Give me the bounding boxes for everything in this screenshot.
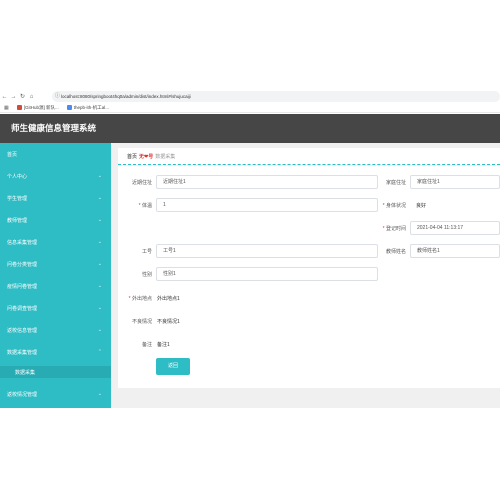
- sidebar-item-info-collection[interactable]: 信息采集管理 ⌄: [0, 236, 111, 248]
- chevron-down-icon: ⌄: [97, 239, 102, 245]
- register-time-label: * 登记时间: [382, 226, 406, 232]
- remarks-value: 备注1: [157, 342, 170, 348]
- temperature-label: * 体温: [138, 203, 152, 209]
- viewport: ← → ↻ ⌂ ⓘ localhost:8080/springboot4hq0a…: [0, 0, 500, 500]
- sidebar-item-home[interactable]: 首页: [0, 148, 111, 160]
- chevron-down-icon: ⌄: [97, 217, 102, 223]
- body-status-label: * 身体状况: [382, 203, 406, 209]
- chevron-down-icon: ⌄: [97, 261, 102, 267]
- apps-icon[interactable]: ▦: [4, 105, 9, 111]
- sidebar-item-epidemic-survey[interactable]: 疫情问卷管理 ⌄: [0, 280, 111, 292]
- address-bar[interactable]: ⓘ localhost:8080/springboot4hq0a/admin/d…: [52, 91, 500, 102]
- home-address-label: 家庭住址: [385, 180, 406, 186]
- chevron-down-icon: ⌄: [97, 305, 102, 311]
- chevron-up-icon: ⌃: [97, 349, 102, 355]
- recent-address-label: 近期住址: [131, 180, 152, 186]
- home-icon[interactable]: ⌂: [27, 94, 36, 100]
- gender-label: 性别: [141, 272, 152, 278]
- breadcrumb-current: 数据采集: [155, 153, 176, 160]
- staff-id-label: 工号: [141, 249, 152, 255]
- sidebar-item-return-status[interactable]: 返校情况管理 ⌄: [0, 388, 111, 400]
- breadcrumb: 首页 无❤号 数据采集: [118, 148, 500, 165]
- gender-field[interactable]: 性别1: [156, 267, 378, 281]
- breadcrumb-separator: 无❤号: [139, 153, 154, 160]
- breadcrumb-home[interactable]: 首页: [127, 153, 137, 160]
- bookmark-item[interactable]: thepb-ith-机工al...: [66, 105, 109, 111]
- register-time-field[interactable]: 2021-04-04 11:13:17: [410, 221, 500, 235]
- remarks-label: 备注: [141, 342, 152, 348]
- chevron-down-icon: ⌄: [97, 173, 102, 179]
- reload-icon[interactable]: ↻: [18, 93, 27, 100]
- chevron-down-icon: ⌄: [97, 195, 102, 201]
- sidebar-item-students[interactable]: 学生管理 ⌄: [0, 192, 111, 204]
- sidebar-item-return-info[interactable]: 返校信息管理 ⌄: [0, 324, 111, 336]
- chevron-down-icon: ⌄: [97, 391, 102, 397]
- chevron-down-icon: ⌄: [97, 283, 102, 289]
- app-header: 师生健康信息管理系统: [0, 114, 500, 143]
- staff-id-field[interactable]: 工号1: [156, 244, 378, 258]
- back-button[interactable]: 返回: [156, 358, 190, 375]
- symptoms-label: 不良情况: [131, 319, 152, 325]
- bookmarks-bar: ▦ [GitHub源] 新队... thepb-ith-机工al...: [0, 103, 500, 113]
- sidebar-item-data-collection[interactable]: 数据采集: [0, 366, 111, 378]
- teacher-name-field[interactable]: 教师姓名1: [410, 244, 500, 258]
- chevron-down-icon: ⌄: [97, 327, 102, 333]
- forward-arrow-icon[interactable]: →: [9, 94, 18, 100]
- sidebar-item-questionnaire[interactable]: 问卷调查管理 ⌄: [0, 302, 111, 314]
- sidebar-item-personal-center[interactable]: 个人中心 ⌄: [0, 170, 111, 182]
- url-text: localhost:8080/springboot4hq0a/admin/dis…: [61, 94, 191, 99]
- info-icon: ⓘ: [55, 93, 61, 99]
- bookmark-item[interactable]: [GitHub源] 新队...: [16, 105, 59, 111]
- outing-value: 外出地点1: [157, 296, 180, 302]
- sidebar-item-teachers[interactable]: 教师管理 ⌄: [0, 214, 111, 226]
- sidebar-item-survey-category[interactable]: 问卷分类管理 ⌄: [0, 258, 111, 270]
- temperature-field[interactable]: 1: [156, 198, 378, 212]
- symptoms-value: 不良情况1: [157, 319, 180, 325]
- outing-label: * 外出地点: [128, 296, 152, 302]
- body-status-value: 良好: [416, 203, 427, 209]
- back-arrow-icon[interactable]: ←: [0, 94, 9, 100]
- sidebar-item-data-collection-mgmt[interactable]: 数据采集管理 ⌃: [0, 346, 111, 358]
- teacher-name-label: 教师姓名: [385, 249, 406, 255]
- recent-address-field[interactable]: 近期住址1: [156, 175, 378, 189]
- app-title: 师生健康信息管理系统: [11, 123, 97, 133]
- bookmark-favicon-icon: [16, 105, 22, 110]
- bookmark-favicon-icon: [66, 105, 72, 110]
- home-address-field[interactable]: 家庭住址1: [410, 175, 500, 189]
